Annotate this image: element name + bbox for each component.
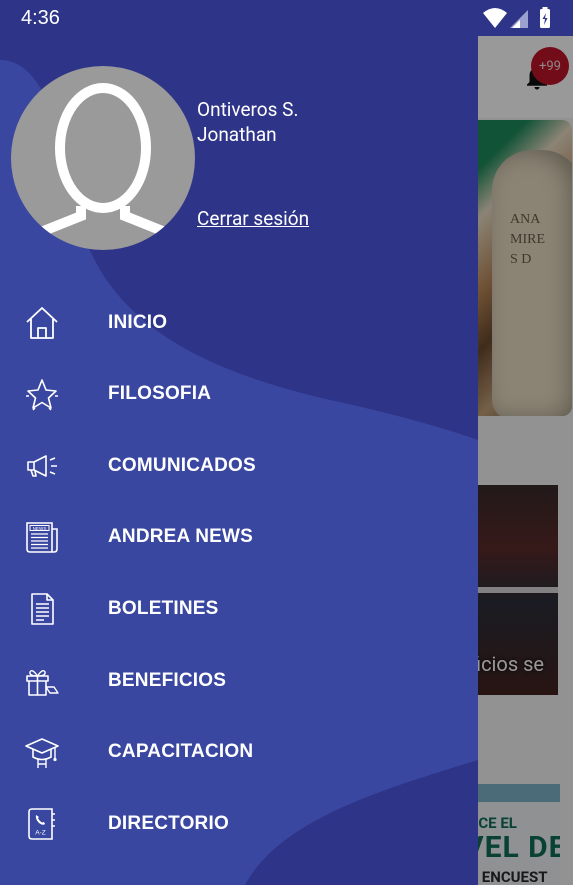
megaphone-icon	[27, 455, 57, 477]
gift-icon	[26, 669, 59, 696]
status-time: 4:36	[21, 7, 60, 29]
home-icon	[26, 307, 58, 339]
svg-text:A-Z: A-Z	[35, 830, 46, 837]
document-icon	[31, 593, 54, 625]
navigation-drawer: Ontiveros S. Jonathan Cerrar sesión INIC…	[0, 0, 478, 885]
menu-item-beneficios[interactable]: BENEFICIOS	[0, 651, 478, 711]
menu-item-label: FILOSOFIA	[108, 383, 212, 404]
wifi-icon	[483, 8, 507, 28]
graduation-cap-icon	[25, 738, 59, 768]
phone-book-icon: A-Z	[28, 808, 55, 840]
menu-item-label: BENEFICIOS	[108, 670, 227, 691]
menu-item-label: CAPACITACION	[108, 741, 254, 762]
battery-icon	[540, 7, 550, 28]
star-icon	[26, 379, 58, 411]
menu-item-directorio[interactable]: A-Z DIRECTORIO	[0, 794, 478, 854]
menu-item-andrea-news[interactable]: NEWS ANDREA NEWS	[0, 507, 478, 567]
status-bar: 4:36	[0, 0, 573, 36]
menu-item-label: BOLETINES	[108, 598, 219, 619]
menu-item-label: DIRECTORIO	[108, 813, 229, 834]
menu-item-label: INICIO	[108, 312, 168, 333]
menu-item-filosofia[interactable]: FILOSOFIA	[0, 364, 478, 424]
menu-item-boletines[interactable]: BOLETINES	[0, 579, 478, 639]
menu-item-inicio[interactable]: INICIO	[0, 293, 478, 353]
logout-link[interactable]: Cerrar sesión	[197, 207, 309, 230]
user-silhouette-icon	[29, 83, 177, 241]
user-name: Ontiveros S. Jonathan	[197, 98, 299, 146]
newspaper-icon: NEWS	[26, 522, 58, 553]
status-icons	[483, 7, 550, 28]
menu-item-label: ANDREA NEWS	[108, 526, 254, 547]
menu-item-capacitacion[interactable]: CAPACITACION	[0, 722, 478, 782]
menu-item-label: COMUNICADOS	[108, 455, 256, 476]
signal-icon	[510, 10, 528, 28]
menu-item-comunicados[interactable]: COMUNICADOS	[0, 436, 478, 496]
svg-text:NEWS: NEWS	[33, 526, 47, 531]
avatar[interactable]	[11, 66, 195, 250]
